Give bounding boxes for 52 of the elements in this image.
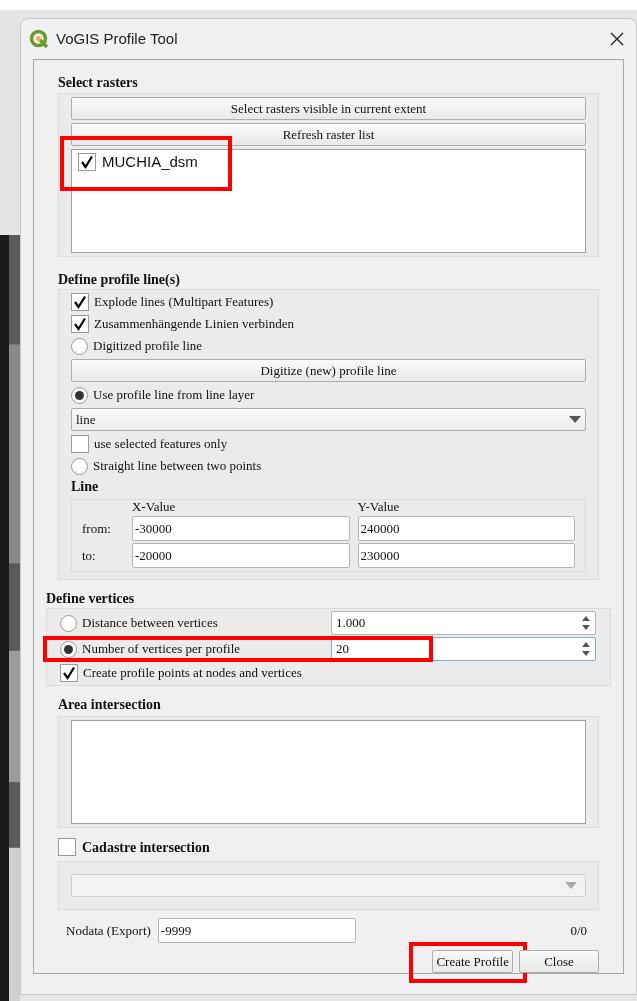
caret-icon [565,882,577,889]
push-button[interactable]: Select rasters visible in current extent [71,97,586,120]
spin-arrows-icon [581,615,591,631]
field-label: Nodata (Export) [66,921,151,940]
checkbox-label: Zusammenhängende Linien verbinden [94,315,294,334]
close-icon[interactable] [610,32,624,46]
section-title: Define vertices [46,590,136,608]
coordinate-field[interactable]: 240000 [357,516,575,541]
radio-button[interactable] [60,640,77,658]
checkbox-label: use selected features only [94,435,228,454]
radio-button[interactable] [71,386,88,404]
spin-box[interactable]: 1.000 [331,611,596,635]
radio-button[interactable] [71,457,88,475]
column-header: Y-Value [357,500,401,514]
section-title: Define profile line(s) [58,271,181,289]
push-button[interactable]: Digitize (new) profile line [71,359,586,382]
checkbox[interactable] [71,435,89,453]
window-title: VoGIS Profile Tool [56,28,179,49]
checkbox-label: Explode lines (Multipart Features) [94,293,274,312]
radio-label: Number of vertices per profile [82,640,241,659]
checkbox[interactable] [60,664,78,682]
coordinate-field[interactable]: -30000 [132,516,350,541]
row-label: to: [82,546,97,565]
layer-dropdown[interactable]: line [71,408,586,431]
section-title: Area intersection [58,696,162,714]
section-title: Select rasters [58,74,139,92]
checkbox-label: Cadastre intersection [82,838,210,857]
app-logo-icon [29,29,49,49]
column-header: X-Value [132,500,177,514]
radio-label: Use profile line from line layer [93,386,255,405]
push-button[interactable]: Create Profile [432,950,513,973]
coordinate-field[interactable]: -20000 [132,543,350,568]
checkbox[interactable] [71,315,89,333]
push-button[interactable]: Close [519,950,599,973]
nodata-field[interactable]: -9999 [157,918,356,943]
radio-button[interactable] [71,337,88,355]
caret-icon [569,416,581,423]
checkbox[interactable] [71,293,89,311]
radio-label: Straight line between two points [93,457,262,476]
checkbox[interactable] [78,153,96,171]
checkbox[interactable] [58,838,76,856]
radio-label: Distance between vertices [82,614,218,633]
push-button[interactable]: Refresh raster list [71,123,586,146]
coordinate-field[interactable]: 230000 [357,543,575,568]
checkbox-label: Create profile points at nodes and vertices [83,664,302,683]
row-label: from: [82,519,112,538]
radio-label: Digitized profile line [93,337,203,356]
counter: 0/0 [570,921,587,940]
spin-arrows-icon [581,641,591,657]
raster-name[interactable]: MUCHIA_dsm [102,150,198,174]
radio-button[interactable] [60,614,77,632]
subsection-title: Line [71,479,100,495]
